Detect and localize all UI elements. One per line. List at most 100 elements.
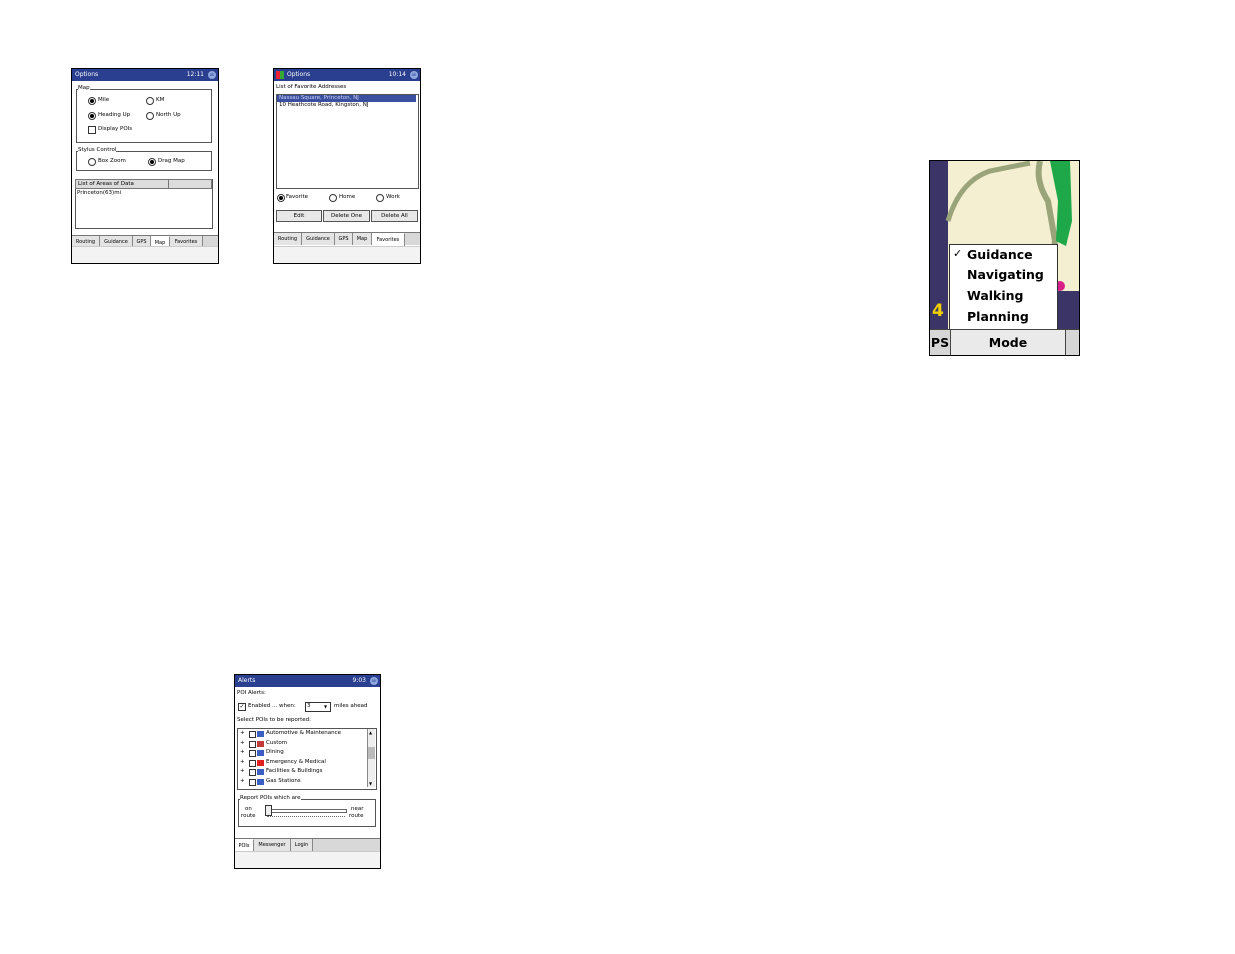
tab-messenger[interactable]: Messenger <box>254 839 291 851</box>
mode-button[interactable]: Mode (Guidance) <box>951 330 1066 355</box>
scroll-down-icon[interactable]: ▼ <box>369 780 372 787</box>
gps-button[interactable]: PS <box>930 330 951 355</box>
scroll-up-icon[interactable]: ▲ <box>369 729 372 736</box>
expand-icon[interactable]: + <box>240 749 245 756</box>
expand-icon[interactable]: + <box>240 778 245 785</box>
windows-start-icon[interactable] <box>276 71 284 79</box>
title-bar: Options 10:14 ok <box>274 69 420 81</box>
select-pois-label: Select POIs to be reported: <box>237 717 312 723</box>
drag-map-label: Drag Map <box>158 158 185 164</box>
box-zoom-label: Box Zoom <box>98 158 126 164</box>
poi-item-label: Facilities & Buildings <box>266 768 323 774</box>
clock: 10:14 <box>388 71 406 78</box>
mode-menu: ✓ Guidance Navigating Walking Planning <box>949 244 1058 331</box>
clock: 9:03 <box>352 677 366 684</box>
home-radio[interactable] <box>329 194 337 202</box>
poi-alerts-label: POI Alerts: <box>237 690 266 696</box>
heading-up-label: Heading Up <box>98 112 131 118</box>
north-up-radio[interactable] <box>146 112 154 120</box>
tab-guidance[interactable]: Guidance <box>302 233 335 245</box>
poi-checkbox[interactable] <box>249 759 256 767</box>
favorite-radio[interactable] <box>277 194 285 202</box>
expand-icon[interactable]: + <box>240 730 245 737</box>
slider-ticks <box>267 816 345 819</box>
stylus-group-label: Stylus Control <box>78 147 117 154</box>
poi-checkbox[interactable] <box>249 778 256 786</box>
poi-category-icon <box>257 769 264 775</box>
menu-item-planning[interactable]: Planning <box>967 309 1029 324</box>
poi-category-icon <box>257 759 264 766</box>
favorite-label: Favorite <box>286 194 308 200</box>
poi-checkbox[interactable] <box>249 731 256 738</box>
km-radio[interactable] <box>146 97 154 105</box>
options-map-screen: Options 12:11 ok Map Mile KM Heading Up … <box>71 68 219 264</box>
miles-select-value: 3 <box>307 703 311 709</box>
work-label: Work <box>386 194 400 200</box>
map-left-bar <box>930 161 948 355</box>
chevron-down-icon: ▼ <box>324 704 328 709</box>
near-route-bottom: route <box>349 813 364 819</box>
tab-login[interactable]: Login <box>291 839 313 851</box>
tab-map[interactable]: Map <box>353 233 372 245</box>
distance-slider-track[interactable] <box>265 809 347 813</box>
tab-bar: POIs Messenger Login <box>235 838 380 852</box>
display-pois-checkbox[interactable] <box>88 126 96 134</box>
tab-gps[interactable]: GPS <box>335 233 353 245</box>
menu-item-walking[interactable]: Walking <box>967 288 1024 303</box>
enabled-checkbox[interactable]: ✓ <box>238 703 246 711</box>
clock: 12:11 <box>186 71 204 78</box>
map-right-bar <box>1058 291 1079 331</box>
near-route-top: near <box>351 806 364 812</box>
favorites-selected-row[interactable]: Nassau Square, Princeton, NJ <box>277 95 416 102</box>
map-group-label: Map <box>78 85 90 92</box>
delete-all-button[interactable]: Delete All <box>371 210 418 222</box>
bottom-bar <box>235 851 380 868</box>
on-route-top: on <box>245 806 252 812</box>
menu-item-guidance[interactable]: Guidance <box>967 247 1033 262</box>
miles-label: Mile <box>98 97 110 103</box>
favorite-item-1: Nassau Square, Princeton, NJ <box>279 95 359 101</box>
box-zoom-radio[interactable] <box>88 158 96 166</box>
enabled-label: Enabled ... when: <box>248 703 296 709</box>
poi-checkbox[interactable] <box>249 769 256 776</box>
menu-item-navigating[interactable]: Navigating <box>967 267 1044 282</box>
poi-tree-scrollbar[interactable]: ▲ ▼ <box>367 729 375 787</box>
km-label: KM <box>156 97 165 103</box>
poi-category-icon <box>257 731 264 737</box>
poi-item-label: Automotive & Maintenance <box>266 730 342 736</box>
heading-up-radio[interactable] <box>88 112 96 120</box>
drag-map-radio[interactable] <box>148 158 156 166</box>
expand-icon[interactable]: + <box>240 740 245 747</box>
speed-digit: 4 <box>932 301 944 321</box>
checkmark-icon: ✓ <box>953 247 963 260</box>
ok-button[interactable]: ok <box>370 677 378 685</box>
poi-checkbox[interactable] <box>249 750 256 757</box>
ok-button[interactable]: ok <box>208 71 216 79</box>
delete-one-button[interactable]: Delete One <box>323 210 370 222</box>
window-title: Options <box>75 71 99 78</box>
poi-item-label: Dining <box>266 749 284 755</box>
list-item[interactable]: Princeton(63)mi <box>77 190 121 197</box>
ok-button[interactable]: ok <box>410 71 418 79</box>
edit-button[interactable]: Edit <box>276 210 322 222</box>
poi-item-label: Gas Stations <box>266 777 301 784</box>
map-panel[interactable]: 4 ✓ Guidance Navigating Walking Planning… <box>929 160 1080 356</box>
tab-routing[interactable]: Routing <box>274 233 302 245</box>
title-bar: Alerts 9:03 ok <box>235 675 380 687</box>
work-radio[interactable] <box>376 194 384 202</box>
areas-list-header: List of Areas of Data <box>75 179 171 189</box>
miles-radio[interactable] <box>88 97 96 105</box>
expand-icon[interactable]: + <box>240 759 245 766</box>
poi-item-label: Custom <box>266 739 288 746</box>
tab-favorites[interactable]: Favorites <box>372 233 405 246</box>
display-pois-label: Display POIs <box>98 126 133 132</box>
report-group-label: Report POIs which are <box>240 795 301 802</box>
expand-icon[interactable]: + <box>240 768 245 775</box>
scroll-thumb[interactable] <box>368 747 375 759</box>
poi-category-icon <box>257 750 264 756</box>
poi-checkbox[interactable] <box>249 740 256 748</box>
miles-select[interactable]: 3 ▼ <box>305 702 331 712</box>
favorite-item-2[interactable]: 10 Heathcote Road, Kingston, NJ <box>279 102 368 109</box>
home-label: Home <box>339 194 356 200</box>
distance-slider-handle[interactable] <box>265 805 272 816</box>
